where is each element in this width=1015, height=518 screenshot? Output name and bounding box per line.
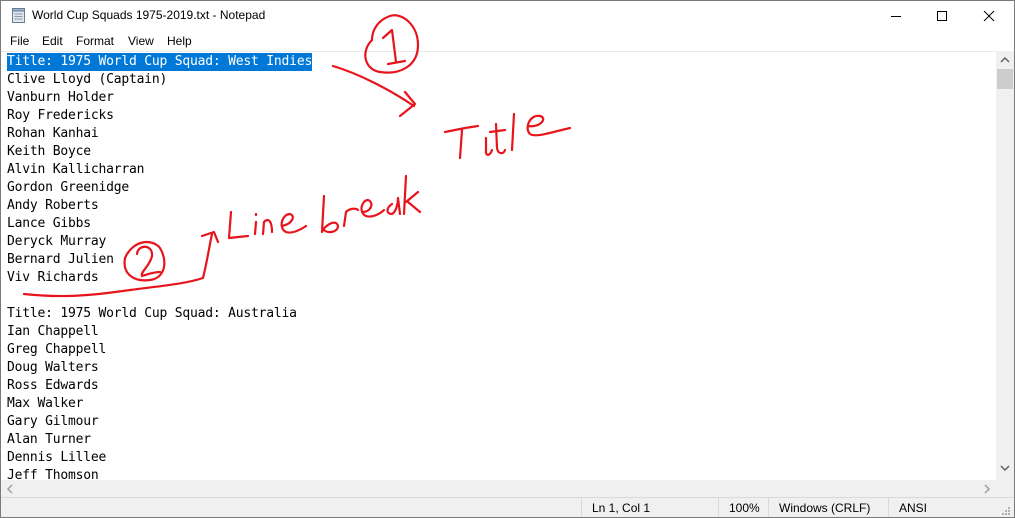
text-line[interactable]: Vanburn Holder — [7, 89, 114, 107]
menu-format[interactable]: Format — [76, 34, 114, 48]
text-line[interactable]: Greg Chappell — [7, 341, 106, 359]
vertical-scrollbar[interactable] — [996, 51, 1014, 480]
close-icon — [983, 10, 995, 22]
text-line[interactable]: Viv Richards — [7, 269, 99, 287]
menu-edit[interactable]: Edit — [42, 34, 63, 48]
text-line[interactable]: Ross Edwards — [7, 377, 99, 395]
scroll-up-arrow-icon[interactable] — [1000, 56, 1010, 64]
text-line[interactable]: Ian Chappell — [7, 323, 99, 341]
text-line[interactable]: Clive Lloyd (Captain) — [7, 71, 167, 89]
text-line[interactable]: Rohan Kanhai — [7, 125, 99, 143]
text-line[interactable]: Roy Fredericks — [7, 107, 114, 125]
status-zoom: 100% — [718, 498, 769, 517]
menu-bar: File Edit Format View Help — [1, 31, 1014, 51]
text-line[interactable]: Jeff Thomson — [7, 467, 99, 481]
scrollbar-corner — [996, 480, 1014, 497]
status-bar: Ln 1, Col 1 100% Windows (CRLF) ANSI — [1, 497, 1014, 517]
notepad-window: World Cup Squads 1975-2019.txt - Notepad… — [0, 0, 1015, 518]
maximize-icon — [937, 11, 947, 21]
scroll-right-arrow-icon[interactable] — [983, 484, 991, 494]
text-line[interactable]: Max Walker — [7, 395, 83, 413]
vertical-scroll-thumb[interactable] — [997, 69, 1013, 89]
text-line[interactable]: Alan Turner — [7, 431, 91, 449]
text-line[interactable]: Deryck Murray — [7, 233, 106, 251]
scroll-left-arrow-icon[interactable] — [6, 484, 14, 494]
minimize-button[interactable] — [873, 1, 919, 31]
menu-help[interactable]: Help — [167, 34, 192, 48]
minimize-icon — [891, 16, 901, 17]
text-line[interactable]: Lance Gibbs — [7, 215, 91, 233]
close-button[interactable] — [966, 1, 1012, 31]
horizontal-scrollbar[interactable] — [1, 480, 996, 497]
resize-grip-icon[interactable] — [1001, 506, 1011, 516]
maximize-button[interactable] — [919, 1, 965, 31]
notepad-app-icon — [12, 8, 25, 23]
status-cursor-position: Ln 1, Col 1 — [581, 498, 732, 517]
status-encoding: ANSI — [888, 498, 999, 517]
menu-file[interactable]: File — [10, 34, 29, 48]
title-bar[interactable]: World Cup Squads 1975-2019.txt - Notepad — [1, 1, 1014, 31]
text-editor-area[interactable]: Title: 1975 World Cup Squad: West Indies… — [1, 51, 996, 481]
text-line[interactable]: Andy Roberts — [7, 197, 99, 215]
scroll-down-arrow-icon[interactable] — [1000, 464, 1010, 472]
text-line[interactable]: Gary Gilmour — [7, 413, 99, 431]
text-line[interactable]: Keith Boyce — [7, 143, 91, 161]
status-line-ending: Windows (CRLF) — [768, 498, 889, 517]
text-line[interactable]: Dennis Lillee — [7, 449, 106, 467]
text-line[interactable]: Alvin Kallicharran — [7, 161, 144, 179]
text-line[interactable]: Title: 1975 World Cup Squad: Australia — [7, 305, 297, 323]
text-line[interactable]: Gordon Greenidge — [7, 179, 129, 197]
text-line[interactable]: Bernard Julien — [7, 251, 114, 269]
text-line[interactable]: Doug Walters — [7, 359, 99, 377]
window-title: World Cup Squads 1975-2019.txt - Notepad — [32, 8, 266, 22]
menu-view[interactable]: View — [128, 34, 154, 48]
selected-text-line[interactable]: Title: 1975 World Cup Squad: West Indies — [7, 53, 312, 71]
